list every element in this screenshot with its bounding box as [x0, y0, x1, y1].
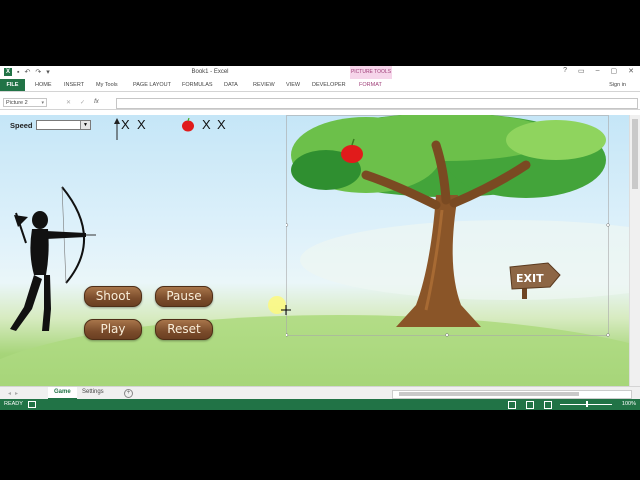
- tab-home[interactable]: HOME: [35, 82, 52, 88]
- zoom-slider-knob[interactable]: [586, 401, 588, 407]
- name-box-value: Picture 2: [6, 100, 28, 106]
- status-bar: READY 100%: [0, 399, 640, 410]
- tree-picture[interactable]: [286, 115, 610, 337]
- tab-page-layout[interactable]: PAGE LAYOUT: [133, 82, 171, 88]
- pause-button[interactable]: Pause: [155, 286, 213, 307]
- horizontal-scrollbar[interactable]: [392, 390, 632, 399]
- sheet-nav-arrows-icon[interactable]: ◂▸: [8, 390, 22, 397]
- picture-tools-context-label: PICTURE TOOLS: [350, 66, 392, 79]
- arrow-mark-1: X: [121, 117, 130, 132]
- sign-in-link[interactable]: Sign in: [609, 82, 626, 88]
- arrow-mark-2: X: [137, 117, 146, 132]
- chevron-down-icon[interactable]: ▾: [41, 99, 44, 108]
- sheet-tab-bar: ◂▸ Game Settings +: [0, 386, 640, 400]
- arrow-counter-icon: [114, 118, 120, 140]
- speed-dropdown[interactable]: ▼: [36, 120, 91, 130]
- move-cursor-icon: [281, 305, 291, 315]
- formula-input[interactable]: [116, 98, 638, 109]
- window-controls: ? ▭ – ▢ ✕: [563, 67, 634, 75]
- sheet-tab-settings[interactable]: Settings: [76, 387, 110, 398]
- minimize-icon[interactable]: –: [596, 67, 600, 75]
- apple-mark-1: X: [202, 117, 211, 132]
- tab-my-tools[interactable]: My Tools: [96, 82, 118, 88]
- page-layout-view-icon[interactable]: [526, 401, 534, 409]
- cancel-icon[interactable]: ✕: [66, 99, 71, 106]
- tab-data[interactable]: DATA: [224, 82, 238, 88]
- reset-button[interactable]: Reset: [155, 319, 213, 340]
- enter-icon[interactable]: ✓: [80, 99, 85, 106]
- exit-sign-button[interactable]: EXIT: [508, 261, 562, 301]
- play-button[interactable]: Play: [84, 319, 142, 340]
- formula-bar: Picture 2 ▾ ✕ ✓ fx: [0, 97, 640, 110]
- worksheet-game-area: Speed ▼ X X X X Shoot Pause Play Reset E…: [0, 115, 630, 386]
- normal-view-icon[interactable]: [508, 401, 516, 409]
- exit-sign-label: EXIT: [516, 272, 544, 285]
- horizontal-scroll-thumb[interactable]: [399, 392, 579, 396]
- vertical-scrollbar[interactable]: [629, 115, 640, 386]
- zoom-level[interactable]: 100%: [622, 401, 636, 407]
- ribbon-display-icon[interactable]: ▭: [578, 67, 585, 75]
- help-icon[interactable]: ?: [563, 67, 567, 75]
- apple-mark-2: X: [217, 117, 226, 132]
- tab-insert[interactable]: INSERT: [64, 82, 84, 88]
- title-bar: X ▪ ↶ ↷ ▾ Book1 - Excel PICTURE TOOLS ? …: [0, 66, 640, 79]
- view-buttons: [508, 401, 552, 409]
- name-box[interactable]: Picture 2 ▾: [3, 98, 47, 107]
- status-ready: READY: [4, 401, 23, 407]
- archer-icon: [10, 186, 96, 331]
- tab-review[interactable]: REVIEW: [253, 82, 275, 88]
- shoot-button[interactable]: Shoot: [84, 286, 142, 307]
- speed-label: Speed: [10, 121, 33, 130]
- apple-counter-icon: [182, 118, 194, 132]
- page-break-view-icon[interactable]: [544, 401, 552, 409]
- macro-record-icon[interactable]: [28, 401, 36, 408]
- ribbon-tabs: FILE HOME INSERT My Tools PAGE LAYOUT FO…: [0, 79, 640, 92]
- vertical-scroll-thumb[interactable]: [632, 119, 638, 189]
- tab-view[interactable]: VIEW: [286, 82, 300, 88]
- insert-function-icon[interactable]: fx: [94, 99, 99, 106]
- formula-buttons: ✕ ✓ fx: [66, 99, 99, 106]
- excel-window: X ▪ ↶ ↷ ▾ Book1 - Excel PICTURE TOOLS ? …: [0, 66, 640, 410]
- close-icon[interactable]: ✕: [628, 67, 634, 75]
- add-sheet-icon[interactable]: +: [124, 389, 133, 398]
- maximize-icon[interactable]: ▢: [611, 67, 618, 75]
- tab-formulas[interactable]: FORMULAS: [182, 82, 213, 88]
- tab-file[interactable]: FILE: [0, 79, 25, 91]
- tab-format[interactable]: FORMAT: [359, 82, 382, 88]
- chevron-down-icon[interactable]: ▼: [80, 121, 90, 129]
- tab-developer[interactable]: DEVELOPER: [312, 82, 346, 88]
